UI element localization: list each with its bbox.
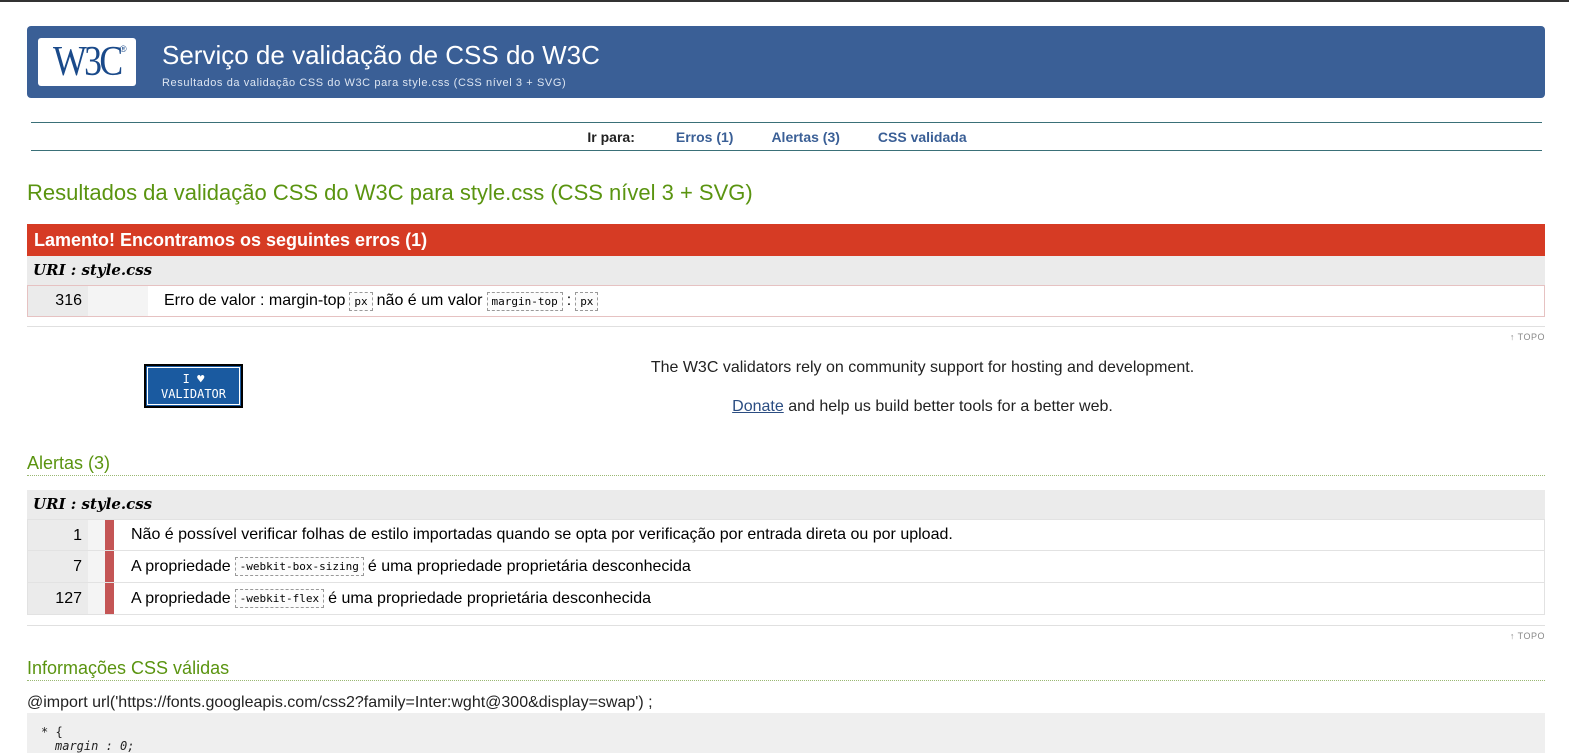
code-property: margin : 0;: [55, 739, 135, 753]
warning-message: Não é possível verificar folhas de estil…: [114, 526, 953, 544]
css-code-block: * { margin : 0;: [27, 713, 1545, 753]
errors-header: Lamento! Encontramos os seguintes erros …: [27, 224, 1545, 256]
w3c-logo[interactable]: W3C ®: [38, 38, 136, 86]
warning-line-number: 127: [28, 583, 88, 614]
error-text-part1: Erro de valor : margin-top: [164, 292, 346, 309]
donate-paragraph: Donate and help us build better tools fo…: [560, 398, 1285, 416]
warning-gap: [88, 520, 105, 550]
error-message: Erro de valor : margin-top px não é um v…: [148, 291, 602, 311]
banner-title: Serviço de validação de CSS do W3C: [162, 40, 600, 70]
errors-uri-row: URI : style.css: [27, 256, 1545, 285]
error-code-value2: px: [575, 291, 599, 311]
error-context-cell: [88, 286, 148, 316]
jump-navigation: Ir para: Erros (1) Alertas (3) CSS valid…: [31, 122, 1542, 151]
i-love-validator-badge[interactable]: I ♥ VALIDATOR: [144, 364, 243, 408]
warning-text-pre: A propriedade: [131, 557, 231, 575]
warning-row: 1 Não é possível verificar folhas de est…: [27, 519, 1545, 551]
warning-text: Não é possível verificar folhas de estil…: [131, 526, 953, 543]
warning-text-pre: A propriedade: [131, 589, 231, 607]
separator: [27, 326, 1545, 327]
jump-link-errors[interactable]: Erros (1): [676, 129, 734, 145]
donate-text: and help us build better tools for a bet…: [788, 398, 1113, 415]
error-code-property: margin-top: [486, 291, 563, 311]
donate-link[interactable]: Donate: [732, 398, 784, 415]
error-text-part2: não é um valor: [376, 292, 483, 309]
badge-heart-line: I ♥: [182, 372, 205, 386]
warning-message: A propriedade -webkit-box-sizing é uma p…: [114, 557, 691, 576]
warning-marker: [105, 583, 114, 614]
warning-text-post: é uma propriedade proprietária desconhec…: [367, 557, 691, 575]
jump-link-warnings[interactable]: Alertas (3): [771, 129, 839, 145]
error-text-part3: :: [566, 292, 572, 309]
warning-marker: [105, 551, 114, 582]
warning-row: 127 A propriedade -webkit-flex é uma pro…: [27, 583, 1545, 615]
back-to-top-link[interactable]: ↑ TOPO: [1510, 631, 1545, 641]
code-selector: * {: [41, 725, 63, 739]
warning-code: -webkit-flex: [234, 589, 325, 608]
warning-marker: [105, 520, 114, 550]
error-row: 316 Erro de valor : margin-top px não é …: [27, 285, 1545, 317]
separator: [27, 625, 1545, 626]
header-banner: W3C ® Serviço de validação de CSS do W3C…: [27, 26, 1545, 98]
page-title: Resultados da validação CSS do W3C para …: [27, 180, 753, 205]
warning-message: A propriedade -webkit-flex é uma proprie…: [114, 589, 651, 608]
import-statement: @import url('https://fonts.googleapis.co…: [27, 694, 653, 711]
support-text: The W3C validators rely on community sup…: [650, 359, 1195, 376]
jump-link-valid-css[interactable]: CSS validada: [878, 129, 967, 145]
warning-gap: [88, 583, 105, 614]
warnings-uri-row: URI : style.css: [27, 490, 1545, 519]
error-line-number: 316: [28, 286, 88, 316]
warning-code: -webkit-box-sizing: [234, 557, 364, 576]
banner-subtitle: Resultados da validação CSS do W3C para …: [162, 77, 567, 89]
support-message: The W3C validators rely on community sup…: [560, 359, 1285, 416]
warning-gap: [88, 551, 105, 582]
warning-line-number: 7: [28, 551, 88, 582]
jump-label: Ir para:: [587, 128, 635, 145]
registered-mark: ®: [120, 44, 127, 54]
warnings-title: Alertas (3): [27, 453, 1545, 476]
badge-validator-line: VALIDATOR: [160, 387, 227, 401]
back-to-top-link[interactable]: ↑ TOPO: [1510, 332, 1545, 342]
error-code-value: px: [349, 291, 373, 311]
warning-row: 7 A propriedade -webkit-box-sizing é uma…: [27, 551, 1545, 583]
w3c-logo-text: W3C: [53, 39, 123, 85]
valid-css-title: Informações CSS válidas: [27, 658, 1545, 681]
warning-text-post: é uma propriedade proprietária desconhec…: [328, 589, 651, 607]
warning-line-number: 1: [28, 520, 88, 550]
